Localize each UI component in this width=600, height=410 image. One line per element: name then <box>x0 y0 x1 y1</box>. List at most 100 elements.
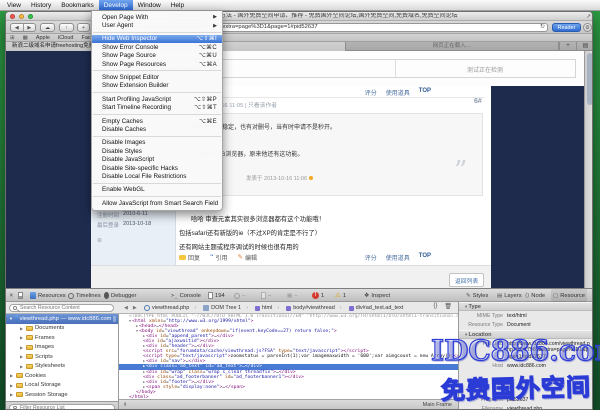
menubar-item-history[interactable]: History <box>26 0 56 10</box>
post-floor-number[interactable]: 6# <box>474 98 482 105</box>
back-button[interactable]: ◀ <box>11 24 24 31</box>
menu-item-enable-webgl[interactable]: Enable WebGL <box>92 186 222 194</box>
menu-item-user-agent[interactable]: User Agent▶ <box>92 21 222 29</box>
show-all-tabs-button[interactable]: ▤ <box>576 42 593 51</box>
tab-debugger[interactable]: Debugger <box>104 289 136 302</box>
disclosure-icon[interactable]: ▶ <box>19 345 24 350</box>
menubar-item-view[interactable]: View <box>2 0 26 10</box>
post-link-使用道具[interactable]: 使用道具 <box>386 88 410 97</box>
panel-tab-resource[interactable]: ▢Resource <box>551 289 587 302</box>
source-code-view[interactable]: <!DOCTYPE html PUBLIC "-//W3C//DTD XHTML… <box>119 314 458 399</box>
section-header-location[interactable]: Location <box>459 330 593 339</box>
scrollbar-thumb[interactable] <box>587 53 593 105</box>
menu-item-disable-caches[interactable]: Disable Caches <box>92 125 222 133</box>
menu-item-start-timeline-recording[interactable]: Start Timeline Recording⌥⇧⌘T <box>92 104 222 112</box>
post-link-top[interactable]: TOP <box>419 88 431 97</box>
inspect-button[interactable]: ❖Inspect <box>364 289 390 302</box>
section-header-type[interactable]: Type <box>459 302 593 311</box>
menubar-item-develop[interactable]: Develop <box>99 0 133 10</box>
icloud-tabs-button[interactable]: ☁ <box>40 23 55 32</box>
menu-item-start-profiling-javascript[interactable]: Start Profiling JavaScript⌥⇧⌘P <box>92 95 222 103</box>
pages-icon[interactable]: ▦ <box>23 35 28 41</box>
menu-item-disable-javascript[interactable]: Disable JavaScript <box>92 155 222 163</box>
error-count-badge[interactable]: !1 <box>312 289 324 302</box>
menu-item-allow-javascript-from-smart-search-field[interactable]: Allow JavaScript from Smart Search Field <box>92 199 222 207</box>
menubar-item-help[interactable]: Help <box>166 0 189 10</box>
menu-item-show-page-source[interactable]: Show Page Source⌥⌘U <box>92 52 222 60</box>
status-up-icon[interactable]: ⬆ <box>123 402 127 408</box>
sidebar-item-scripts[interactable]: ▶Scripts <box>6 352 118 362</box>
menu-item-show-extension-builder[interactable]: Show Extension Builder <box>92 82 222 90</box>
sidebar-item-stylesheets[interactable]: ▶Stylesheets <box>6 362 118 372</box>
pretty-print-icon[interactable]: {} <box>433 303 437 310</box>
tabbar-new-tab-button[interactable]: + <box>559 42 576 51</box>
sidebar-item-frames[interactable]: ▶Frames <box>6 333 118 343</box>
sidebar-item-session-storage[interactable]: ▶Session Storage <box>6 390 118 400</box>
share-button[interactable]: ↑ <box>59 23 74 32</box>
sidebar-item-documents[interactable]: ▶Documents <box>6 324 118 334</box>
forward-button[interactable]: ▶ <box>24 24 36 31</box>
grid-icon[interactable]: ⊞ <box>10 35 15 41</box>
menubar-item-bookmarks[interactable]: Bookmarks <box>56 0 99 10</box>
fullscreen-icon[interactable]: ↗ <box>586 13 591 20</box>
breadcrumb-element[interactable]: div#ad_text.ad_text <box>349 305 409 311</box>
search-input[interactable] <box>9 304 114 312</box>
bookmark-item-apple[interactable]: Apple <box>36 35 50 41</box>
back-to-list-button[interactable]: 返回列表 <box>449 273 484 287</box>
menu-item-show-page-resources[interactable]: Show Page Resources⌥⌘A <box>92 60 222 68</box>
profile-expand-icon[interactable]: ⊕ <box>97 237 102 244</box>
menu-item-disable-site-specific-hacks[interactable]: Disable Site-specific Hacks <box>92 164 222 172</box>
breadcrumb-tree[interactable]: DOM Tree 1 <box>203 305 248 311</box>
nav-back-icon[interactable]: ◀ <box>124 305 128 311</box>
disclosure-icon[interactable]: ▼ <box>9 316 13 321</box>
menu-item-empty-caches[interactable]: Empty Caches⌥⌘E <box>92 117 222 125</box>
close-window-button[interactable] <box>10 14 15 19</box>
dock-side-button[interactable] <box>18 289 23 302</box>
disclosure-icon[interactable]: ▶ <box>19 335 24 340</box>
page-scrollbar[interactable] <box>584 51 593 288</box>
disclosure-icon[interactable]: ▶ <box>19 326 24 331</box>
sidebar-item-local-storage[interactable]: ▶Local Storage <box>6 381 118 391</box>
new-tab-button[interactable]: + <box>77 23 90 32</box>
breadcrumb-element[interactable]: html <box>255 305 279 311</box>
clear-icon[interactable]: 🗑 <box>444 303 452 310</box>
post-link-评分[interactable]: 评分 <box>365 253 377 262</box>
menu-item-disable-images[interactable]: Disable Images <box>92 139 222 147</box>
post-link-top[interactable]: TOP <box>419 253 431 262</box>
tab-2[interactable]: 网页正在载入… <box>346 42 559 51</box>
post-link-使用道具[interactable]: 使用道具 <box>386 253 410 262</box>
menu-item-hide-web-inspector[interactable]: Hide Web Inspector⌥⇧⌘I <box>92 35 222 43</box>
bookmark-item-icloud[interactable]: iCloud <box>58 35 74 41</box>
minimize-window-button[interactable] <box>19 14 24 19</box>
menu-item-show-error-console[interactable]: Show Error Console⌥⌘C <box>92 43 222 51</box>
disclosure-icon[interactable]: ▶ <box>9 392 14 397</box>
menubar-item-window[interactable]: Window <box>133 0 166 10</box>
panel-tab-styles[interactable]: ✎Styles <box>464 289 490 302</box>
disclosure-icon[interactable]: ▶ <box>9 373 14 378</box>
panel-tab-node[interactable]: ⟨⟩Node <box>523 289 547 302</box>
tab-console[interactable]: >_Console <box>171 289 201 302</box>
sidebar-item-cookies[interactable]: ▶Cookies <box>6 371 118 381</box>
menu-item-disable-local-file-restrictions[interactable]: Disable Local File Restrictions <box>92 172 222 180</box>
menu-item-open-page-with[interactable]: Open Page With▶ <box>92 13 222 21</box>
breadcrumb-element[interactable]: body#viewthread <box>286 305 341 311</box>
nav-forward-icon[interactable]: ▶ <box>133 305 137 311</box>
warning-count-badge[interactable]: ⚠1 <box>335 289 346 302</box>
tab-resources[interactable]: Resources <box>30 289 66 302</box>
reload-icon[interactable]: ↻ <box>540 24 545 32</box>
disclosure-icon[interactable]: ▶ <box>19 364 24 369</box>
tab-timelines[interactable]: Timelines <box>68 289 101 302</box>
filter-input[interactable] <box>9 404 115 410</box>
reader-button[interactable]: Reader <box>552 23 581 32</box>
disclosure-icon[interactable]: ▶ <box>19 354 24 359</box>
sidebar-item-images[interactable]: ▶Images <box>6 343 118 353</box>
inspector-close-button[interactable]: ✕ <box>9 289 14 302</box>
menu-item-disable-styles[interactable]: Disable Styles <box>92 147 222 155</box>
breadcrumb-globe[interactable]: viewthread.php <box>144 305 196 311</box>
post-link-评分[interactable]: 评分 <box>365 88 377 97</box>
gear-button[interactable]: ⚙ <box>583 23 592 32</box>
disclosure-icon[interactable]: ▶ <box>9 383 14 388</box>
sidebar-item-viewthread-php-www-idc886-com[interactable]: ▼viewthread.php — www.idc886.com <box>6 314 118 324</box>
zoom-window-button[interactable] <box>28 14 33 19</box>
menu-item-show-snippet-editor[interactable]: Show Snippet Editor <box>92 73 222 81</box>
